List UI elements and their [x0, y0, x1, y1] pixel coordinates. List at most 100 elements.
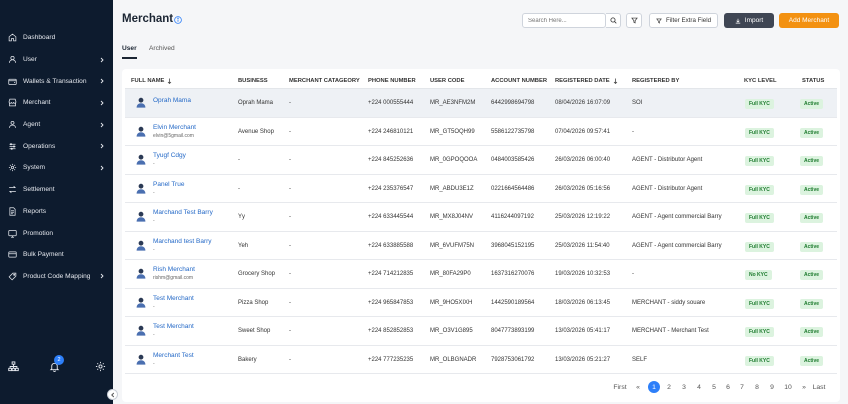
table-row[interactable]: Rish Merchant rishm@gmail.com Grocery Shop… — [125, 260, 837, 289]
avatar-icon — [136, 126, 146, 137]
active-tab-indicator — [122, 57, 137, 59]
pagination-page-1[interactable]: 1 — [648, 381, 660, 393]
cell-code: MR_6VUFM75N — [430, 242, 475, 249]
pagination-page-8[interactable]: 8 — [751, 381, 763, 393]
sidebar-item-promotion[interactable]: Promotion — [0, 222, 113, 244]
pagination-last-button[interactable]: Last — [811, 381, 827, 393]
column-header-phone-number: PHONE NUMBER — [368, 78, 416, 84]
merchant-email: elvin@5gmail.com — [153, 132, 194, 139]
sidebar-item-bulk-payment[interactable]: Bulk Payment — [0, 244, 113, 266]
pagination-prev-button[interactable]: « — [633, 381, 643, 393]
column-header-full-name[interactable]: FULL NAME — [131, 78, 172, 84]
table-row[interactable]: Oprah Mama Oprah Mama - +224 000555444 MR_AE… — [125, 89, 837, 118]
kyc-level-badge: Full KYC — [745, 99, 774, 109]
filter-button[interactable] — [626, 13, 642, 28]
cell-category: - — [289, 214, 291, 220]
sidebar-item-merchant[interactable]: Merchant — [0, 92, 113, 114]
settlement-icon — [8, 185, 17, 194]
table-row[interactable]: Merchant Test - Bakery - +224 777235235 MR_OL… — [125, 346, 837, 374]
merchant-name-link[interactable]: Test Merchant — [153, 295, 194, 302]
merchant-name-link[interactable]: Panel True — [153, 181, 184, 188]
sidebar-item-user[interactable]: User — [0, 49, 113, 71]
cell-by: - — [632, 128, 634, 135]
kyc-level-badge: Full KYC — [745, 298, 774, 309]
sort-arrow-icon — [168, 78, 172, 84]
table-row[interactable]: Marchand Test Barry - Yy - +224 633445544 MR_… — [125, 203, 837, 232]
column-label: FULL NAME — [131, 78, 165, 84]
sidebar-item-dashboard[interactable]: Dashboard — [0, 27, 113, 49]
merchant-name-link[interactable]: Elvin Merchant — [153, 124, 196, 131]
cell-code: MR_80FA29P0 — [430, 271, 471, 277]
cell-date: 13/03/2026 05:41:17 — [555, 328, 611, 334]
chevron-right-icon — [99, 57, 105, 63]
tab-user[interactable]: User — [122, 45, 137, 52]
org-chart-icon[interactable] — [8, 361, 19, 372]
cell-date: 08/04/2026 16:07:09 — [555, 100, 611, 106]
pagination-page-4[interactable]: 4 — [693, 381, 705, 393]
search-button[interactable] — [606, 13, 621, 28]
sidebar-item-agent[interactable]: Agent — [0, 114, 113, 136]
table-row[interactable]: Marchand test Barry - Yeh - +224 633885588 MR… — [125, 232, 837, 260]
add-merchant-button[interactable]: Add Merchant — [779, 13, 839, 28]
sidebar-item-product-code-mapping[interactable]: Product Code Mapping — [0, 266, 113, 288]
column-header-registered-date[interactable]: REGISTERED DATE — [555, 78, 618, 84]
cell-category: - — [289, 185, 291, 192]
avatar-icon — [136, 154, 146, 165]
sidebar-item-operations[interactable]: Operations — [0, 135, 113, 157]
merchant-name-link[interactable]: Rish Merchant — [153, 266, 195, 273]
merchant-name-link[interactable]: Marchand Test Barry — [153, 209, 213, 216]
cell-by: AGENT - Distributor Agent — [632, 185, 703, 192]
tab-archived[interactable]: Archived — [149, 45, 175, 52]
merchant-email: - — [153, 189, 155, 196]
merchant-email: rishm@gmail.com — [153, 275, 194, 281]
sidebar-footer: 2 — [0, 355, 113, 376]
table-row[interactable]: Test Merchant - Sweet Shop - +224 852852853 M… — [125, 317, 837, 346]
merchant-name-link[interactable]: Merchant Test — [153, 352, 194, 359]
status-badge: Active — [800, 355, 824, 366]
filter-funnel-icon — [630, 17, 638, 24]
sidebar-item-system[interactable]: System — [0, 157, 113, 179]
cell-account: 1637316270076 — [491, 271, 535, 277]
pagination-page-6[interactable]: 6 — [722, 381, 734, 393]
pagination-page-5[interactable]: 5 — [708, 381, 720, 393]
notification-count-badge: 2 — [54, 355, 64, 365]
pagination-page-9[interactable]: 9 — [766, 381, 778, 393]
sidebar-item-wallets-transaction[interactable]: Wallets & Transaction — [0, 70, 113, 92]
cell-by: - — [632, 271, 634, 277]
filter-extra-field-button[interactable]: Filter Extra Field — [649, 13, 718, 28]
settings-gear-icon[interactable] — [95, 361, 106, 372]
info-icon[interactable] — [174, 16, 182, 24]
pagination-first-button[interactable]: First — [611, 381, 629, 393]
pagination-page-3[interactable]: 3 — [678, 381, 690, 393]
merchant-name-link[interactable]: Tyugf Cdgy — [153, 152, 186, 159]
sidebar-item-reports[interactable]: Reports — [0, 201, 113, 223]
merchant-name-link[interactable]: Test Merchant — [153, 323, 194, 330]
cell-account: 1442590189564 — [491, 299, 535, 306]
merchant-name-link[interactable]: Oprah Mama — [153, 97, 191, 104]
sidebar-item-settlement[interactable]: Settlement — [0, 179, 113, 201]
cell-business: Oprah Mama — [238, 100, 274, 106]
table-row[interactable]: Tyugf Cdgy - - - +224 845252636 MR_0GPOQOOA 04… — [125, 146, 837, 175]
merchant-icon — [8, 98, 17, 107]
search-input[interactable] — [522, 13, 606, 28]
import-button[interactable]: Import — [724, 13, 774, 28]
merchant-name-link[interactable]: Marchand test Barry — [153, 238, 212, 245]
cell-account: 5586122735798 — [491, 128, 535, 135]
pagination-page-7[interactable]: 7 — [736, 381, 748, 393]
cell-code: MR_O3V1G895 — [430, 328, 473, 334]
pagination-page-10[interactable]: 10 — [782, 381, 794, 393]
status-badge: Active — [800, 241, 824, 252]
table-row[interactable]: Test Merchant - Pizza Shop - +224 965847853 M… — [125, 289, 837, 317]
sidebar-collapse-button[interactable] — [107, 389, 118, 400]
pagination-next-button[interactable]: » — [799, 381, 809, 393]
status-badge: Active — [800, 298, 824, 309]
cell-phone: +224 246810121 — [368, 128, 414, 135]
reports-icon — [8, 207, 17, 216]
sidebar-item-label: Agent — [23, 121, 41, 129]
table-row[interactable]: Panel True - - - +224 235376547 MR_ABDU3E1Z 02… — [125, 175, 837, 203]
pagination-page-2[interactable]: 2 — [663, 381, 675, 393]
table-row[interactable]: Elvin Merchant elvin@5gmail.com Avenue Sho… — [125, 118, 837, 146]
sidebar-item-label: User — [23, 56, 37, 64]
chevron-right-icon — [99, 273, 105, 279]
cell-code: MR_OLBGNADR — [430, 356, 477, 363]
